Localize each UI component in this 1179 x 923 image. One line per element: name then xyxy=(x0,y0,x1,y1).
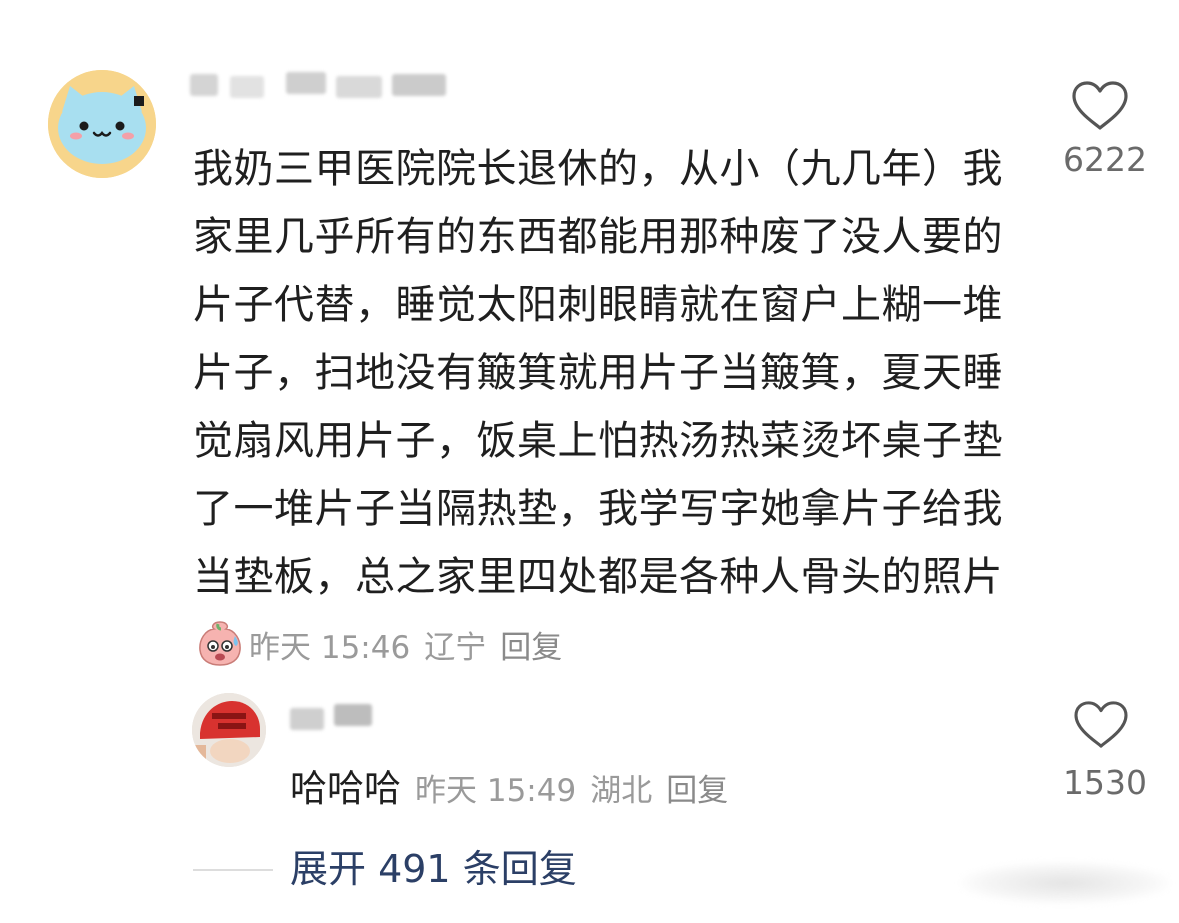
like-button[interactable] xyxy=(1070,80,1130,132)
comment-time: 昨天 15:46 xyxy=(249,630,411,666)
reply-like-button[interactable] xyxy=(1072,700,1130,750)
reply-location: 湖北 xyxy=(590,773,653,809)
sweating-peach-face-icon xyxy=(195,618,245,668)
comment-meta: 昨天 15:46 辽宁 回复 xyxy=(249,630,562,666)
expand-divider xyxy=(193,869,273,871)
reply-avatar[interactable] xyxy=(192,693,266,767)
expand-replies-button[interactable]: 展开 491 条回复 xyxy=(290,842,577,896)
red-cap-avatar-icon xyxy=(192,693,266,767)
comment-text: 我奶三甲医院院长退休的，从小（九几年）我家里几乎所有的东西都能用那种废了没人要的… xyxy=(193,146,1003,600)
avatar[interactable] xyxy=(48,70,156,178)
reply-button[interactable]: 回复 xyxy=(500,630,562,666)
reply-reply-button[interactable]: 回复 xyxy=(666,773,728,809)
heart-icon xyxy=(1072,81,1128,130)
heart-icon xyxy=(1074,701,1128,748)
reply-meta: 昨天 15:49 湖北 回复 xyxy=(415,773,728,809)
comment-location: 辽宁 xyxy=(424,630,487,666)
comment-body: 我奶三甲医院院长退休的，从小（九几年）我家里几乎所有的东西都能用那种废了没人要的… xyxy=(193,135,1018,682)
reply-username-redacted[interactable] xyxy=(290,702,380,732)
blue-cat-face-icon xyxy=(48,70,156,178)
reply-text: 哈哈哈 xyxy=(290,767,401,810)
watermark xyxy=(960,862,1170,904)
reply-time: 昨天 15:49 xyxy=(415,773,577,809)
reply-body: 哈哈哈 昨天 15:49 湖北 回复 xyxy=(290,762,728,818)
reply-like-count: 1530 xyxy=(1063,763,1147,802)
username-redacted[interactable] xyxy=(190,72,450,98)
like-count: 6222 xyxy=(1063,140,1147,179)
